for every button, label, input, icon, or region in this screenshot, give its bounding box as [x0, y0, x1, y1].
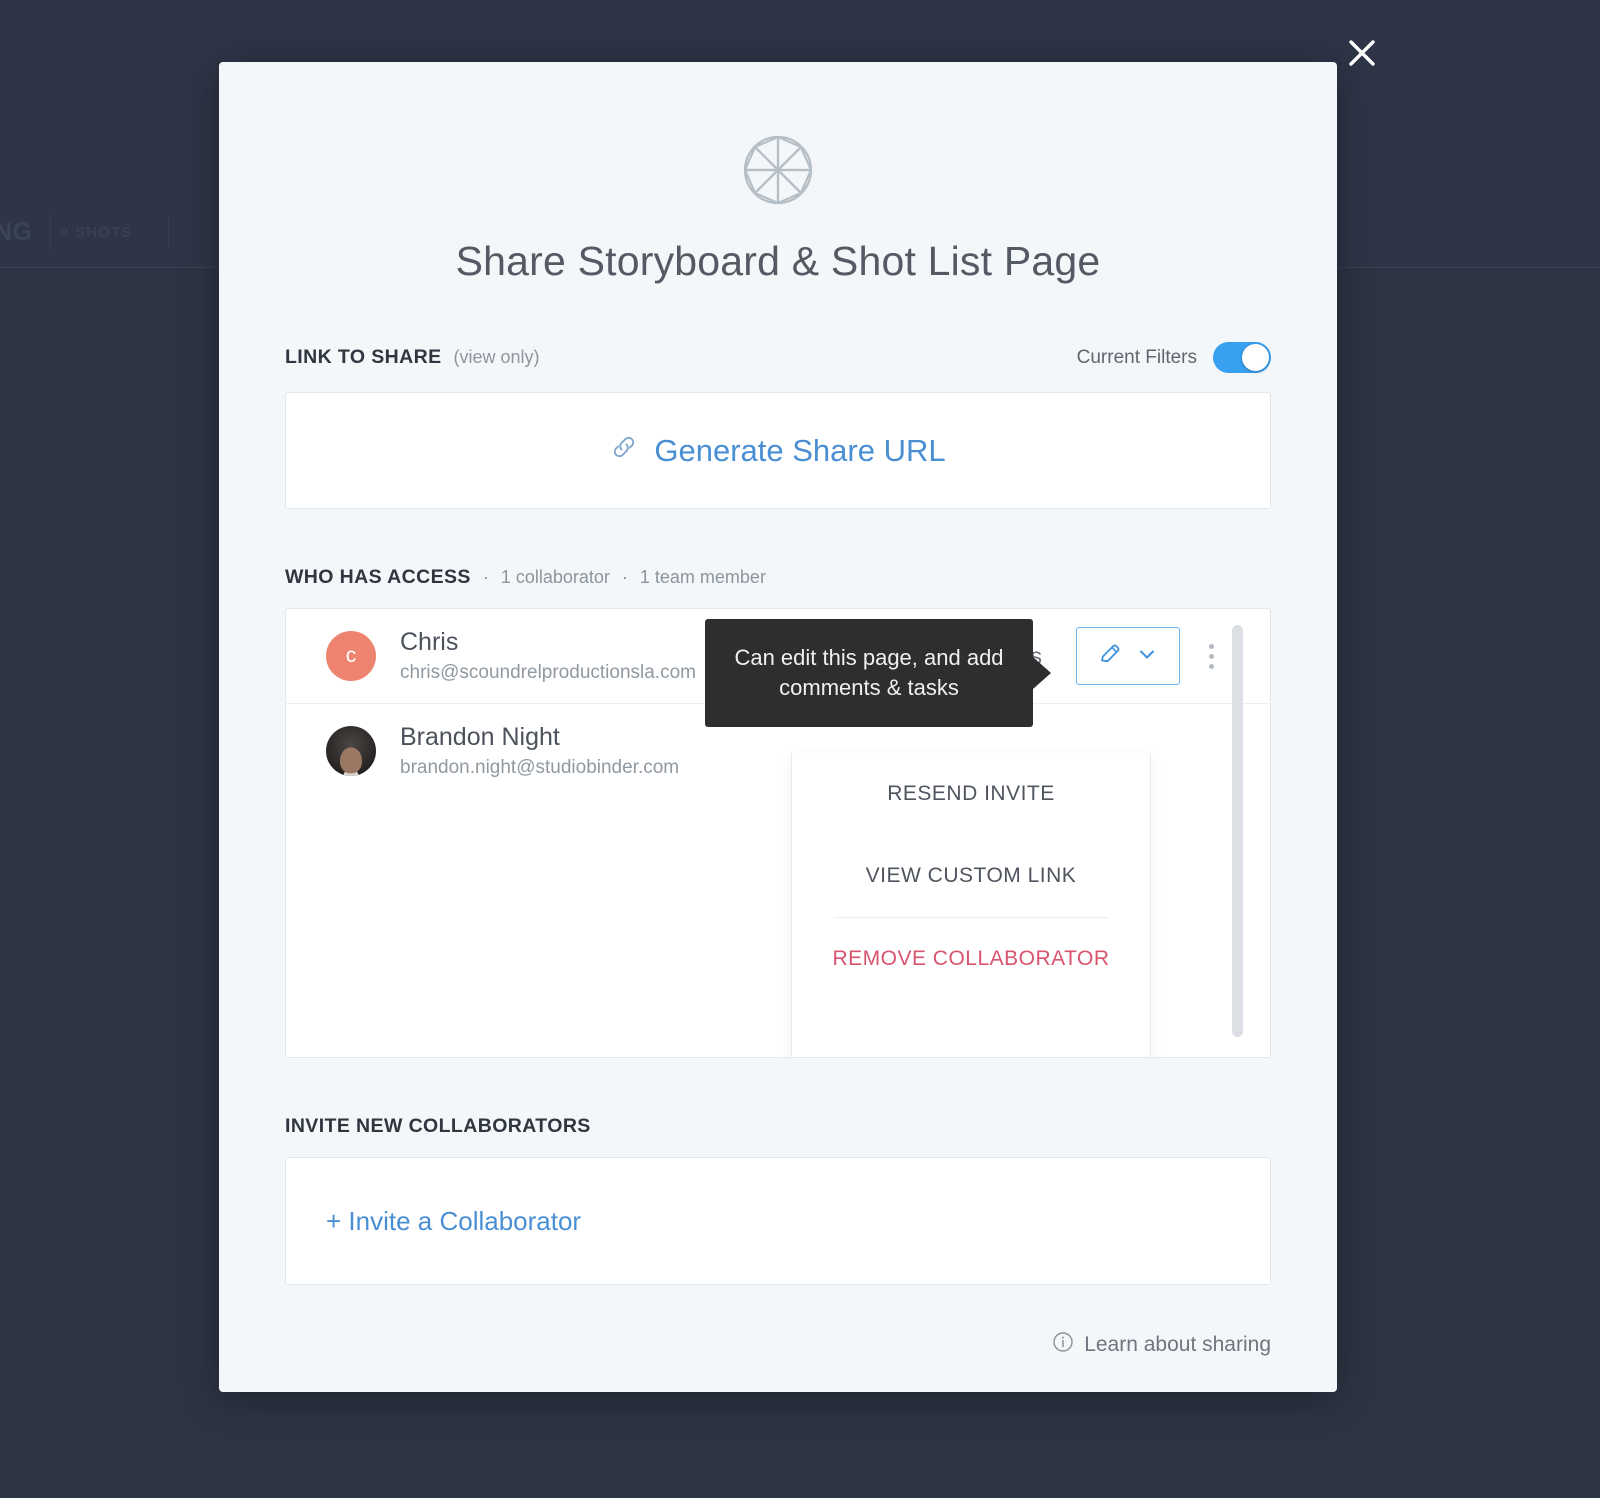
background-divider-right: [168, 215, 169, 249]
avatar: c: [326, 631, 376, 681]
learn-about-sharing-label: Learn about sharing: [1084, 1333, 1271, 1356]
kebab-menu-icon[interactable]: [1192, 627, 1230, 685]
avatar: [326, 725, 376, 776]
invite-section-header: INVITE NEW COLLABORATORS: [285, 1115, 1271, 1138]
current-filters-toggle[interactable]: [1213, 342, 1271, 373]
access-list-scrollbar[interactable]: [1232, 625, 1243, 1037]
aperture-icon: [743, 135, 813, 210]
invite-collaborator-button[interactable]: + Invite a Collaborator: [326, 1206, 581, 1237]
generate-share-url-panel[interactable]: Generate Share URL: [285, 392, 1271, 509]
team-member-count: 1 team member: [639, 567, 766, 587]
modal-logo: [285, 62, 1271, 210]
invite-new-collaborators-label: INVITE NEW COLLABORATORS: [285, 1115, 591, 1137]
current-filters-label: Current Filters: [1076, 346, 1197, 368]
who-has-access-label: WHO HAS ACCESS: [285, 566, 471, 588]
menu-item-view-custom-link[interactable]: VIEW CUSTOM LINK: [792, 835, 1150, 917]
page-title: Share Storyboard & Shot List Page: [455, 238, 1101, 284]
menu-item-remove-collaborator[interactable]: REMOVE COLLABORATOR: [792, 918, 1150, 1000]
user-name: Chris: [400, 628, 459, 656]
background-breadcrumb: NG: [0, 218, 33, 246]
access-separator-1: ·: [482, 567, 489, 587]
user-email: chris@scoundrelproductionsla.com: [400, 662, 696, 683]
link-to-share-sublabel: (view only): [453, 347, 540, 367]
generate-share-url-label: Generate Share URL: [654, 432, 946, 468]
learn-about-sharing-link[interactable]: Learn about sharing: [285, 1331, 1271, 1359]
background-divider-left: [50, 215, 51, 249]
who-has-access-header: WHO HAS ACCESS · 1 collaborator · 1 team…: [285, 566, 1271, 589]
access-separator-2: ·: [621, 567, 628, 587]
menu-item-resend-invite[interactable]: RESEND INVITE: [792, 753, 1150, 835]
kebab-dot: [1208, 653, 1214, 659]
invite-collaborator-panel[interactable]: + Invite a Collaborator: [285, 1157, 1271, 1285]
collaborator-options-menu: RESEND INVITE VIEW CUSTOM LINK REMOVE CO…: [791, 753, 1151, 1057]
close-icon: [1346, 37, 1378, 69]
permission-tooltip: Can edit this page, and add comments & t…: [705, 619, 1033, 727]
permission-button[interactable]: [1076, 627, 1180, 685]
user-meta: Brandon Night brandon.night@studiobinder…: [400, 723, 679, 779]
chevron-down-icon: [1136, 643, 1158, 670]
generate-share-url-button[interactable]: Generate Share URL: [610, 432, 946, 469]
toggle-knob: [1242, 344, 1269, 371]
close-modal-button[interactable]: [1342, 33, 1382, 73]
user-name: Brandon Night: [400, 722, 560, 751]
link-to-share-header: LINK TO SHARE (view only) Current Filter…: [285, 342, 1271, 373]
share-modal: Share Storyboard & Shot List Page LINK T…: [219, 62, 1337, 1392]
kebab-dot: [1208, 643, 1214, 649]
collaborator-count: 1 collaborator: [500, 567, 610, 587]
user-meta: Chris chris@scoundrelproductionsla.com: [400, 628, 696, 684]
pencil-icon: [1098, 642, 1122, 671]
link-to-share-label: LINK TO SHARE: [285, 346, 442, 368]
kebab-dot: [1208, 663, 1214, 669]
background-shots-count: 0 SHOTS: [60, 224, 133, 241]
info-circle-icon: [1052, 1331, 1074, 1359]
user-email: brandon.night@studiobinder.com: [400, 756, 680, 778]
link-icon: [610, 433, 638, 469]
